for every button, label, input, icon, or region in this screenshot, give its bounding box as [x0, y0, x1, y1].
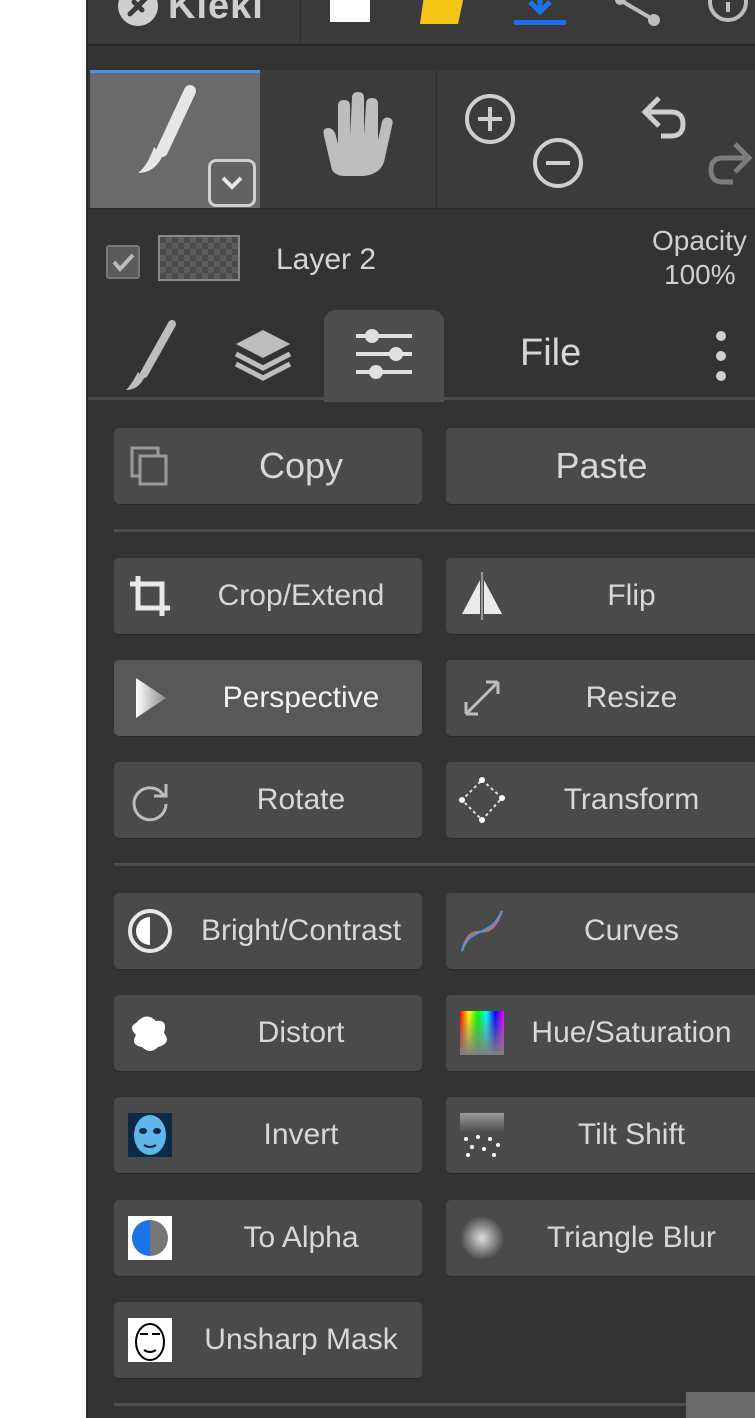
- opacity-label: Opacity: [652, 225, 747, 256]
- distort-label: Distort: [257, 1016, 345, 1049]
- section-divider: [114, 863, 755, 866]
- tilt-shift-icon: [460, 1113, 504, 1157]
- checkmark-icon: [112, 253, 135, 273]
- transform-button[interactable]: Transform: [446, 762, 755, 838]
- invert-button[interactable]: Invert: [114, 1097, 422, 1173]
- help-icon[interactable]: [698, 0, 748, 30]
- to-alpha-icon: [128, 1216, 172, 1260]
- zoom-undo-group: [436, 70, 755, 208]
- brush-tool-button[interactable]: [90, 70, 260, 208]
- copy-button[interactable]: Copy: [114, 428, 422, 504]
- chevron-down-icon: [221, 176, 243, 190]
- hue-saturation-icon: [460, 1011, 504, 1055]
- bright-contrast-label: Bright/Contrast: [200, 914, 402, 947]
- flip-label: Flip: [607, 579, 656, 612]
- active-layer-row[interactable]: Layer 2 Opacity 100%: [88, 208, 755, 308]
- tab-layers[interactable]: [232, 324, 294, 386]
- to-alpha-label: To Alpha: [243, 1221, 359, 1254]
- hue-saturation-button[interactable]: Hue/Saturation: [446, 995, 755, 1071]
- unsharp-mask-icon: [128, 1318, 172, 1362]
- bright-contrast-button[interactable]: Bright/Contrast: [114, 893, 422, 969]
- distort-icon: [132, 1016, 167, 1051]
- tab-brush[interactable]: [122, 318, 182, 392]
- app-title: Kleki: [168, 0, 264, 27]
- flip-icon: [462, 572, 502, 620]
- unsharp-mask-label: Unsharp Mask: [204, 1323, 398, 1356]
- panel-tabs: File: [88, 308, 755, 402]
- triangle-blur-button[interactable]: Triangle Blur: [446, 1200, 755, 1276]
- invert-label: Invert: [263, 1118, 339, 1151]
- crop-extend-button[interactable]: Crop/Extend: [114, 558, 422, 634]
- tab-file[interactable]: File: [520, 332, 581, 375]
- perspective-icon: [136, 678, 166, 718]
- scrollbar-thumb[interactable]: [686, 1392, 755, 1418]
- more-menu-icon[interactable]: [710, 328, 732, 384]
- resize-button[interactable]: Resize: [446, 660, 755, 736]
- hand-tool-button[interactable]: [260, 70, 436, 208]
- top-bar: Kleki: [88, 0, 755, 46]
- tilt-shift-label: Tilt Shift: [577, 1118, 686, 1151]
- zoom-out-icon[interactable]: [531, 136, 585, 190]
- flip-button[interactable]: Flip: [446, 558, 755, 634]
- app-logo[interactable]: Kleki: [116, 0, 264, 28]
- perspective-button[interactable]: Perspective: [114, 660, 422, 736]
- section-divider: [114, 529, 755, 532]
- tab-edit[interactable]: [324, 310, 444, 402]
- resize-icon: [464, 680, 500, 716]
- copy-icon: [130, 446, 168, 486]
- invert-icon: [128, 1113, 172, 1157]
- crop-extend-label: Crop/Extend: [217, 579, 385, 612]
- curves-icon: [461, 910, 503, 952]
- curves-button[interactable]: Curves: [446, 893, 755, 969]
- resize-label: Resize: [585, 681, 678, 714]
- drawing-canvas[interactable]: [0, 0, 86, 1418]
- paste-label: Paste: [555, 445, 648, 486]
- triangle-blur-label: Triangle Blur: [547, 1221, 716, 1254]
- layer-name: Layer 2: [276, 243, 377, 276]
- undo-icon[interactable]: [635, 90, 691, 146]
- brightness-contrast-icon: [128, 909, 172, 953]
- section-divider: [114, 1403, 755, 1406]
- rotate-label: Rotate: [256, 783, 346, 816]
- paste-button[interactable]: Paste: [446, 428, 755, 504]
- perspective-label: Perspective: [222, 681, 380, 714]
- copy-label: Copy: [258, 445, 344, 486]
- to-alpha-button[interactable]: To Alpha: [114, 1200, 422, 1276]
- layer-thumbnail: [158, 235, 240, 281]
- topbar-divider: [300, 0, 301, 44]
- tool-row: [88, 46, 755, 208]
- edit-panel: Copy Paste Crop/Extend Flip Perspective …: [88, 403, 755, 1418]
- transform-icon: [459, 777, 505, 823]
- opacity-value[interactable]: 100%: [664, 259, 736, 291]
- share-icon[interactable]: [610, 0, 664, 30]
- sliders-icon: [356, 329, 412, 379]
- side-panel: Kleki Layer 2 Opacity 100% File Copy Pas…: [86, 0, 755, 1418]
- hand-icon: [323, 92, 393, 176]
- kleki-logo-icon: [118, 0, 158, 26]
- zoom-in-icon[interactable]: [463, 92, 517, 146]
- rotate-button[interactable]: Rotate: [114, 762, 422, 838]
- transform-label: Transform: [563, 783, 700, 816]
- layer-visibility-checkbox[interactable]: [106, 245, 140, 279]
- redo-icon[interactable]: [703, 136, 755, 192]
- download-icon[interactable]: [510, 0, 570, 30]
- brush-dropdown-button[interactable]: [208, 159, 256, 207]
- curves-label: Curves: [583, 914, 680, 947]
- tilt-shift-button[interactable]: Tilt Shift: [446, 1097, 755, 1173]
- rotate-icon: [132, 784, 168, 822]
- unsharp-mask-button[interactable]: Unsharp Mask: [114, 1302, 422, 1378]
- distort-button[interactable]: Distort: [114, 995, 422, 1071]
- triangle-blur-icon: [460, 1216, 504, 1260]
- new-image-icon[interactable]: [326, 0, 374, 26]
- hue-saturation-label: Hue/Saturation: [531, 1016, 732, 1049]
- crop-icon: [130, 576, 170, 616]
- open-folder-icon[interactable]: [418, 0, 470, 30]
